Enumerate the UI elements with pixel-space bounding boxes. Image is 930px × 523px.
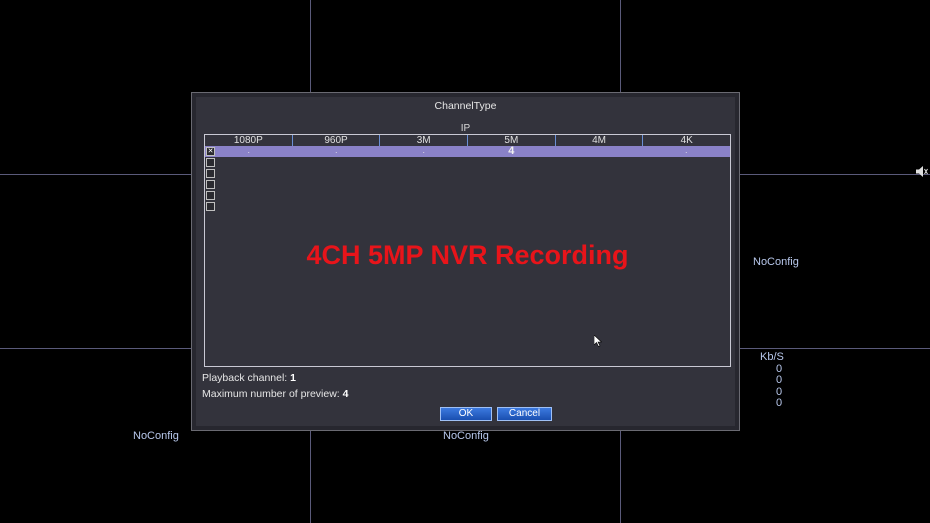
bitrate-header: Kb/S — [760, 351, 784, 363]
table-row[interactable] — [205, 190, 730, 201]
tile-noconfig-label: NoConfig — [753, 256, 799, 268]
bitrate-value: 0 — [776, 397, 783, 409]
ip-section-label: IP — [460, 123, 471, 134]
max-preview-label: Maximum number of preview: — [202, 388, 340, 400]
max-preview-info: Maximum number of preview: 4 — [202, 388, 348, 400]
bitrate-panel: Kb/S 0 0 0 0 — [760, 351, 784, 410]
watermark-overlay-text: 4CH 5MP NVR Recording — [306, 240, 629, 270]
table-row[interactable]: . . . 4 . ✕ — [205, 146, 730, 157]
row-checkbox[interactable] — [206, 169, 215, 178]
cancel-button[interactable]: Cancel — [497, 407, 552, 421]
column-header-4m: 4M — [554, 135, 643, 146]
table-cell[interactable]: . — [380, 146, 468, 157]
row-checkbox[interactable] — [206, 191, 215, 200]
table-row[interactable] — [205, 157, 730, 168]
row-checkbox[interactable] — [206, 158, 215, 167]
channel-type-dialog: ChannelType IP 1080P 960P 3M 5M 4M 4K . … — [191, 92, 740, 431]
max-preview-value: 4 — [342, 388, 349, 400]
playback-channel-value: 1 — [290, 372, 296, 384]
speaker-icon[interactable] — [916, 164, 928, 177]
row-checkbox[interactable] — [206, 180, 215, 189]
ok-button[interactable]: OK — [440, 407, 492, 421]
table-cell[interactable] — [555, 146, 643, 157]
channel-type-table: 1080P 960P 3M 5M 4M 4K . . . 4 . ✕ 4CH 5… — [204, 134, 731, 367]
table-cell[interactable]: . — [293, 146, 381, 157]
table-cell[interactable]: . — [643, 146, 731, 157]
dialog-title: ChannelType — [434, 100, 497, 112]
row-checkbox[interactable]: ✕ — [206, 147, 215, 156]
table-row[interactable] — [205, 179, 730, 190]
table-cell[interactable]: 4 — [468, 146, 556, 157]
table-cell[interactable]: . — [205, 146, 293, 157]
tile-noconfig-label: NoConfig — [443, 430, 489, 442]
column-header-4k: 4K — [642, 135, 730, 146]
bitrate-value: 0 — [776, 374, 783, 386]
row-cells: . . . 4 . — [205, 146, 730, 157]
table-row[interactable] — [205, 168, 730, 179]
table-row[interactable] — [205, 201, 730, 212]
row-checkbox[interactable] — [206, 202, 215, 211]
playback-channel-info: Playback channel: 1 — [202, 372, 296, 384]
dialog-body: ChannelType IP 1080P 960P 3M 5M 4M 4K . … — [196, 97, 735, 426]
column-header-960p: 960P — [291, 135, 380, 146]
column-header-1080p: 1080P — [233, 135, 263, 146]
mouse-pointer-icon — [593, 334, 603, 352]
tile-noconfig-label: NoConfig — [133, 430, 179, 442]
column-header-3m: 3M — [379, 135, 467, 146]
playback-channel-label: Playback channel: — [202, 372, 288, 384]
